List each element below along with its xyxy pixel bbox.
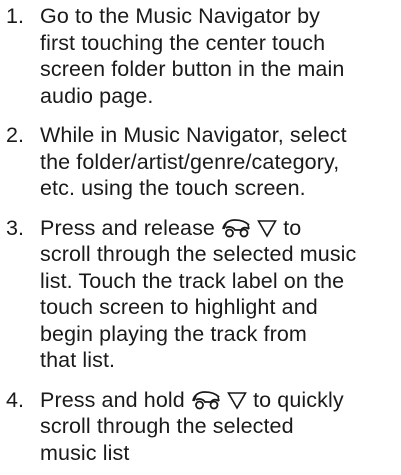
step-prefix: Press and release (40, 215, 215, 240)
step-number: 4. (6, 387, 25, 412)
step-line: begin playing the track from (40, 321, 307, 346)
step-line: first touching the center touch (40, 30, 326, 55)
step-line: music list (40, 440, 130, 465)
step-1: 1. Go to the Music Navigator by first to… (0, 3, 401, 109)
steering-wheel-control-icon (221, 218, 251, 238)
step-number: 3. (6, 215, 25, 240)
instruction-list: 1. Go to the Music Navigator by first to… (0, 3, 401, 466)
step-suffix: to (283, 215, 302, 240)
step-4: 4. Press and hold to quickly scroll thro… (0, 387, 401, 467)
down-triangle-icon (227, 391, 247, 410)
step-2: 2. While in Music Navigator, select the … (0, 122, 401, 202)
step-line: scroll through the selected music (40, 242, 357, 266)
step-number: 2. (6, 123, 25, 147)
step-line: that list. (40, 348, 116, 372)
step-line: audio page. (40, 83, 154, 108)
step-line: screen folder button in the main (40, 57, 345, 81)
step-line: list. Touch the track label on the (40, 268, 345, 293)
step-line: scroll through the selected (40, 414, 294, 438)
step-line: Go to the Music Navigator by (40, 4, 321, 28)
step-line: touch screen to highlight and (40, 295, 318, 319)
step-line-with-icons: Press and release to (40, 215, 395, 242)
step-line: etc. using the touch screen. (40, 176, 306, 200)
step-3: 3. Press and release to scroll through t… (0, 215, 401, 374)
step-line-with-icons: Press and hold to quickly (40, 387, 395, 414)
step-prefix: Press and hold (40, 387, 185, 412)
down-triangle-icon (257, 219, 278, 238)
step-line: the folder/artist/genre/category, (40, 149, 340, 174)
step-line: While in Music Navigator, select (40, 123, 347, 147)
step-number: 1. (6, 4, 25, 28)
steering-wheel-control-icon (191, 390, 221, 410)
step-suffix: to quickly (253, 387, 344, 412)
